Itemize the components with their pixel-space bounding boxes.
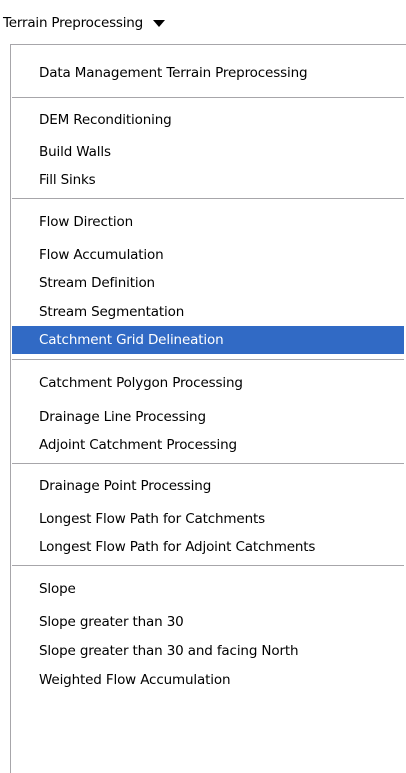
menu-item-slope[interactable]: Slope [12,575,404,603]
menu-item-slope-greater-than-30[interactable]: Slope greater than 30 [12,608,404,636]
menu-item-data-management-terrain-preprocessing[interactable]: Data Management Terrain Preprocessing [12,59,404,87]
menu-item-stream-segmentation[interactable]: Stream Segmentation [12,298,404,326]
menu-item-adjoint-catchment-processing[interactable]: Adjoint Catchment Processing [12,431,404,459]
menu-separator [12,565,404,566]
menu-item-catchment-grid-delineation[interactable]: Catchment Grid Delineation [12,326,404,354]
terrain-preprocessing-dropdown: Data Management Terrain Preprocessing DE… [10,44,406,773]
menu-item-fill-sinks[interactable]: Fill Sinks [12,166,404,194]
menu-item-flow-accumulation[interactable]: Flow Accumulation [12,241,404,269]
menu-separator [12,97,404,98]
menu-item-weighted-flow-accumulation[interactable]: Weighted Flow Accumulation [12,666,404,694]
menu-separator [12,359,404,360]
menu-button-label: Terrain Preprocessing [3,15,144,31]
menu-item-drainage-point-processing[interactable]: Drainage Point Processing [12,472,404,500]
menu-item-build-walls[interactable]: Build Walls [12,138,404,166]
menu-item-dem-reconditioning[interactable]: DEM Reconditioning [12,106,404,134]
menu-item-longest-flow-path-catchments[interactable]: Longest Flow Path for Catchments [12,505,404,533]
terrain-preprocessing-menu-button[interactable]: Terrain Preprocessing [3,12,166,34]
toolbar: Terrain Preprocessing [0,0,406,44]
menu-item-catchment-polygon-processing[interactable]: Catchment Polygon Processing [12,369,404,397]
menu-separator [12,198,404,199]
menu-separator [12,463,404,464]
menu-item-stream-definition[interactable]: Stream Definition [12,269,404,297]
menu-item-drainage-line-processing[interactable]: Drainage Line Processing [12,403,404,431]
menu-item-flow-direction[interactable]: Flow Direction [12,208,404,236]
chevron-down-icon [153,20,166,27]
menu-item-slope-greater-than-30-facing-north[interactable]: Slope greater than 30 and facing North [12,637,404,665]
menu-item-longest-flow-path-adjoint-catchments[interactable]: Longest Flow Path for Adjoint Catchments [12,533,404,561]
